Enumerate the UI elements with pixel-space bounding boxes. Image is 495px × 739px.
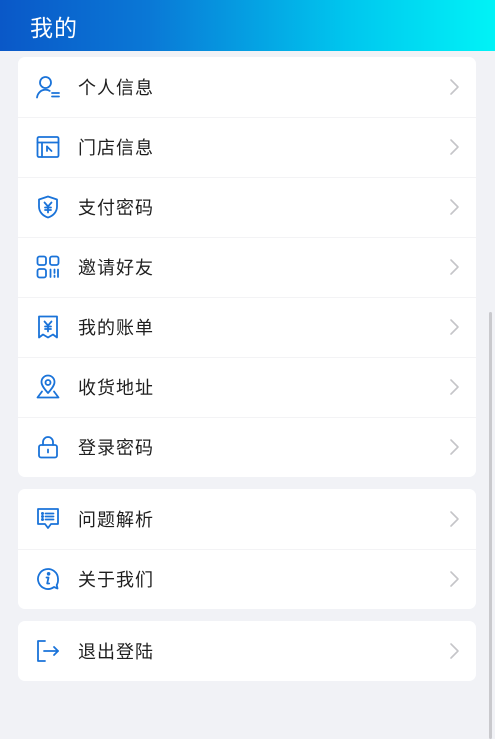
logout-icon	[35, 638, 61, 664]
menu-item-store-info[interactable]: 门店信息	[18, 117, 476, 177]
scrollbar[interactable]	[489, 312, 492, 739]
page-title: 我的	[30, 15, 78, 42]
menu-item-label: 我的账单	[78, 318, 154, 339]
menu-item-label: 登录密码	[78, 438, 154, 459]
menu-item-logout[interactable]: 退出登陆	[18, 621, 476, 681]
menu-item-label: 邀请好友	[78, 258, 154, 279]
menu-item-personal-info[interactable]: 个人信息	[18, 57, 476, 117]
page-header: 我的	[0, 0, 495, 51]
lock-icon	[35, 434, 61, 460]
menu-item-label: 问题解析	[78, 510, 154, 531]
yuan-shield-icon	[35, 194, 61, 220]
settings-group-help: 问题解析 关于我们	[18, 489, 476, 609]
chevron-right-icon	[448, 138, 460, 156]
chevron-right-icon	[448, 78, 460, 96]
location-pin-icon	[35, 374, 61, 400]
chevron-right-icon	[448, 258, 460, 276]
bill-icon	[35, 314, 61, 340]
menu-item-label: 收货地址	[78, 378, 154, 399]
menu-item-label: 个人信息	[78, 78, 154, 99]
menu-item-label: 退出登陆	[78, 642, 154, 663]
menu-item-login-password[interactable]: 登录密码	[18, 417, 476, 477]
menu-item-label: 关于我们	[78, 570, 154, 591]
menu-item-shipping-address[interactable]: 收货地址	[18, 357, 476, 417]
qr-code-icon	[35, 254, 61, 280]
settings-group-account: 个人信息 门店信息 支付密码 邀请好友 我的账单 收货地址 登录密码	[18, 57, 476, 477]
faq-list-icon	[35, 506, 61, 532]
menu-item-payment-password[interactable]: 支付密码	[18, 177, 476, 237]
chevron-right-icon	[448, 318, 460, 336]
menu-item-my-bill[interactable]: 我的账单	[18, 297, 476, 357]
chevron-right-icon	[448, 642, 460, 660]
chevron-right-icon	[448, 510, 460, 528]
chevron-right-icon	[448, 198, 460, 216]
menu-item-about-us[interactable]: 关于我们	[18, 549, 476, 609]
menu-item-label: 门店信息	[78, 138, 154, 159]
menu-item-faq[interactable]: 问题解析	[18, 489, 476, 549]
menu-item-label: 支付密码	[78, 198, 154, 219]
menu-item-invite-friends[interactable]: 邀请好友	[18, 237, 476, 297]
user-info-icon	[35, 74, 61, 100]
chevron-right-icon	[448, 570, 460, 588]
chevron-right-icon	[448, 438, 460, 456]
settings-group-logout: 退出登陆	[18, 621, 476, 681]
store-icon	[35, 134, 61, 160]
chevron-right-icon	[448, 378, 460, 396]
info-icon	[35, 566, 61, 592]
